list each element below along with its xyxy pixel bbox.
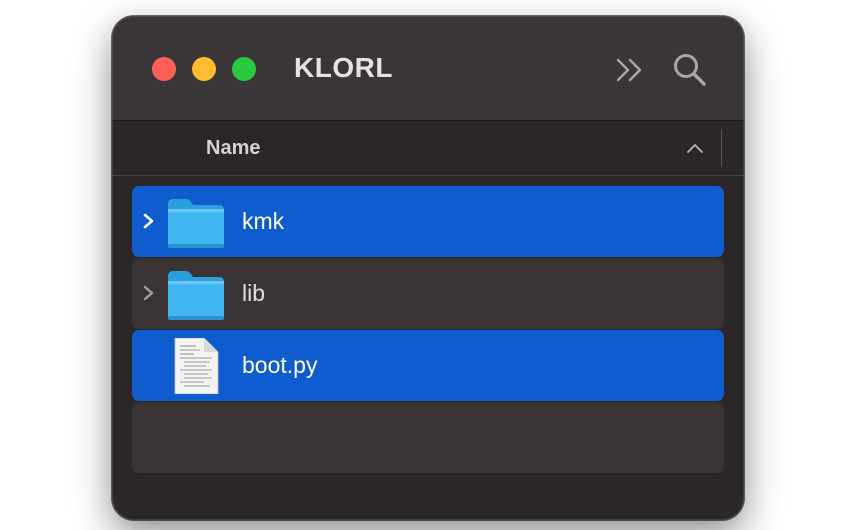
empty-list-row xyxy=(132,402,724,473)
file-name: lib xyxy=(242,280,266,306)
file-name: boot.py xyxy=(242,352,318,378)
zoom-button[interactable] xyxy=(232,57,256,81)
list-column-header: Name xyxy=(112,121,744,176)
double-chevron-right-icon[interactable] xyxy=(614,56,646,84)
folder-icon xyxy=(168,199,224,248)
file-row-kmk[interactable]: kmk xyxy=(132,186,724,257)
disclosure-chevron-right-icon[interactable] xyxy=(142,284,156,302)
folder-icon xyxy=(168,271,224,320)
minimize-button[interactable] xyxy=(192,57,216,81)
window-title: KLORL xyxy=(294,52,393,83)
disclosure-chevron-right-icon[interactable] xyxy=(142,212,156,230)
search-icon[interactable] xyxy=(672,52,708,88)
column-divider[interactable] xyxy=(721,129,722,167)
sort-ascending-chevron-up-icon[interactable] xyxy=(686,141,704,155)
text-document-icon xyxy=(174,338,219,394)
window-toolbar: KLORL xyxy=(112,16,744,121)
finder-window: KLORL Name kmk lib boot.py xyxy=(112,16,744,520)
file-name: kmk xyxy=(242,208,285,234)
file-row-lib[interactable]: lib xyxy=(132,258,724,329)
close-button[interactable] xyxy=(152,57,176,81)
file-row-boot-py[interactable]: boot.py xyxy=(132,330,724,401)
desktop-background: KLORL Name kmk lib boot.py xyxy=(0,0,856,530)
name-column-header[interactable]: Name xyxy=(206,137,260,160)
